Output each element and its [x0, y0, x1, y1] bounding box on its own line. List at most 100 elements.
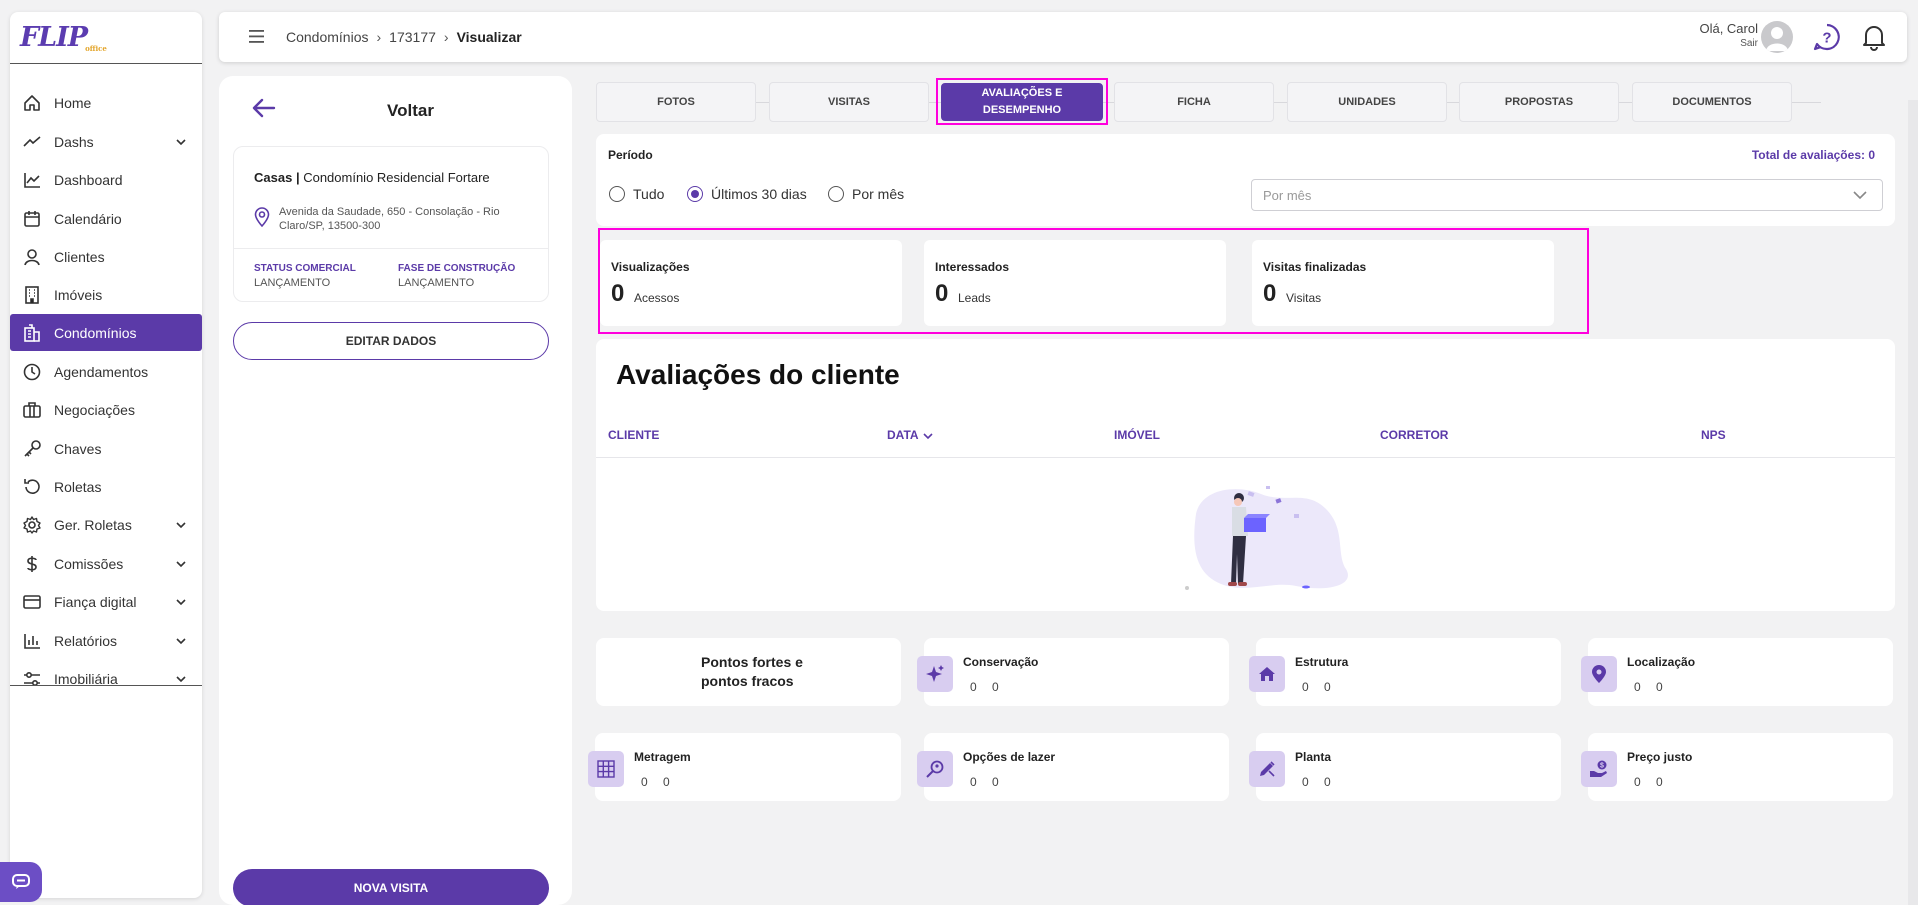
stat-card-interessados: Interessados 0 Leads [924, 240, 1226, 326]
point-values: 0 0 [970, 680, 999, 694]
sidebar-divider [10, 685, 202, 686]
chat-button[interactable] [0, 862, 42, 902]
tab-fotos[interactable]: FOTOS [596, 82, 756, 122]
point-card-planta: Planta 0 0 [1249, 733, 1561, 801]
reviews-card: Avaliações do cliente [596, 339, 1895, 611]
bell-icon[interactable] [1861, 23, 1887, 51]
chevron-down-icon[interactable] [174, 634, 188, 648]
radio-circle[interactable] [609, 186, 625, 202]
tab-documentos[interactable]: DOCUMENTOS [1632, 82, 1792, 122]
search-person-icon [917, 751, 953, 787]
breadcrumb-item[interactable]: Condomínios [286, 29, 369, 45]
point-values: 0 0 [1634, 775, 1663, 789]
column-header-data[interactable]: DATA [887, 428, 933, 442]
column-header-nps[interactable]: NPS [1701, 428, 1726, 442]
stat-card-visualizacoes: Visualizações 0 Acessos [600, 240, 902, 326]
grid-icon [588, 751, 624, 787]
scrollbar-track[interactable] [1908, 100, 1918, 905]
sidebar-item-relatorios[interactable]: Relatórios [10, 622, 202, 659]
stat-unit: Visitas [1286, 291, 1322, 305]
building-icon [25, 285, 39, 304]
breadcrumb-item[interactable]: 173177 [389, 29, 436, 45]
sidebar-item-ger-roletas[interactable]: Ger. Roletas [10, 506, 202, 543]
map-pin-icon [254, 207, 270, 227]
column-header-corretor[interactable]: CORRETOR [1380, 428, 1448, 442]
calendar-icon [24, 210, 40, 227]
credit-card-icon [23, 594, 41, 609]
divider [234, 248, 548, 249]
sidebar: FLIPoffice Home Dashs Dashboard Calendário C… [10, 12, 202, 898]
sidebar-item-dashboard[interactable]: Dashboard [10, 161, 202, 198]
sidebar-item-roletas[interactable]: Roletas [10, 468, 202, 505]
stat-unit: Acessos [634, 291, 680, 305]
greeting: Olá, Carol [1699, 21, 1758, 36]
point-label: Opções de lazer [963, 750, 1056, 764]
point-label: Localização [1627, 655, 1696, 669]
sidebar-item-imoveis[interactable]: Imóveis [10, 276, 202, 313]
sidebar-item-condominios[interactable]: Condomínios [10, 314, 202, 351]
menu-icon[interactable] [249, 30, 264, 43]
chevron-down-icon[interactable] [922, 432, 933, 440]
radio-by-month[interactable]: Por mês [828, 186, 904, 202]
sidebar-item-label: Chaves [54, 440, 102, 457]
chevron-down-icon[interactable] [174, 595, 188, 609]
tab-visitas[interactable]: VISITAS [769, 82, 929, 122]
column-header-imovel[interactable]: IMÓVEL [1114, 428, 1160, 442]
sidebar-item-calendario[interactable]: Calendário [10, 200, 202, 237]
app-logo[interactable]: FLIPoffice [20, 22, 107, 53]
help-icon[interactable]: ? [1812, 22, 1842, 52]
point-label: Conservação [963, 655, 1039, 669]
reviews-title: Avaliações do cliente [616, 359, 900, 390]
month-select[interactable]: Por mês [1251, 179, 1883, 211]
property-title: Casas | Condomínio Residencial Fortare [254, 170, 490, 185]
radio-all[interactable]: Tudo [609, 186, 664, 202]
sidebar-item-label: Relatórios [54, 632, 118, 649]
house-icon [1249, 656, 1285, 692]
radio-circle[interactable] [687, 186, 703, 202]
tab-ficha[interactable]: FICHA [1114, 82, 1274, 122]
radio-last-30-days[interactable]: Últimos 30 dias [687, 186, 807, 202]
tab-unidades[interactable]: UNIDADES [1287, 82, 1447, 122]
sidebar-item-comissoes[interactable]: Comissões [10, 545, 202, 582]
active-tab-highlight [936, 78, 1108, 125]
sidebar-item-negociacoes[interactable]: Negociações [10, 391, 202, 428]
user-info: Olá, Carol Sair [1699, 21, 1758, 49]
tab-propostas[interactable]: PROPOSTAS [1459, 82, 1619, 122]
sidebar-item-home[interactable]: Home [10, 84, 202, 121]
sidebar-item-chaves[interactable]: Chaves [10, 430, 202, 467]
sidebar-item-label: Roletas [54, 478, 102, 495]
avatar[interactable] [1761, 21, 1793, 53]
chart-line-icon [24, 172, 40, 188]
stat-title: Visitas finalizadas [1263, 260, 1367, 274]
radio-circle[interactable] [828, 186, 844, 202]
home-icon [24, 94, 40, 111]
trending-icon [23, 135, 41, 147]
sidebar-item-agendamentos[interactable]: Agendamentos [10, 353, 202, 390]
point-card-opcoes-de-lazer: Opções de lazer 0 0 [917, 733, 1229, 801]
logout-link[interactable]: Sair [1699, 38, 1758, 49]
sidebar-item-label: Agendamentos [54, 363, 149, 380]
chevron-down-icon[interactable] [174, 557, 188, 571]
key-icon [24, 439, 41, 457]
sidebar-item-imobiliaria[interactable]: Imobiliária [10, 660, 202, 697]
sidebar-item-fianca-digital[interactable]: Fiança digital [10, 583, 202, 620]
sidebar-item-dashs[interactable]: Dashs [10, 123, 202, 160]
column-header-cliente[interactable]: CLIENTE [608, 428, 659, 442]
edit-data-button[interactable]: EDITAR DADOS [233, 322, 549, 360]
point-label: Preço justo [1627, 750, 1693, 764]
chevron-down-icon[interactable] [174, 672, 188, 686]
back-title[interactable]: Voltar [219, 101, 572, 121]
property-address: Avenida da Saudade, 650 - Consolação - R… [279, 206, 500, 232]
total-reviews: Total de avaliações: 0 [1751, 148, 1875, 162]
chevron-down-icon[interactable] [174, 135, 188, 149]
sidebar-divider [10, 63, 202, 64]
new-visit-button[interactable]: NOVA VISITA [233, 869, 549, 905]
sidebar-item-clientes[interactable]: Clientes [10, 238, 202, 275]
condo-detail-panel: Voltar Casas | Condomínio Residencial Fo… [219, 76, 572, 905]
chevron-down-icon[interactable] [174, 518, 188, 532]
sidebar-item-label: Calendário [54, 210, 122, 227]
sparkles-icon [917, 656, 953, 692]
buildings-icon [24, 323, 40, 342]
rotate-icon [24, 478, 40, 494]
month-select-placeholder: Por mês [1263, 188, 1312, 203]
